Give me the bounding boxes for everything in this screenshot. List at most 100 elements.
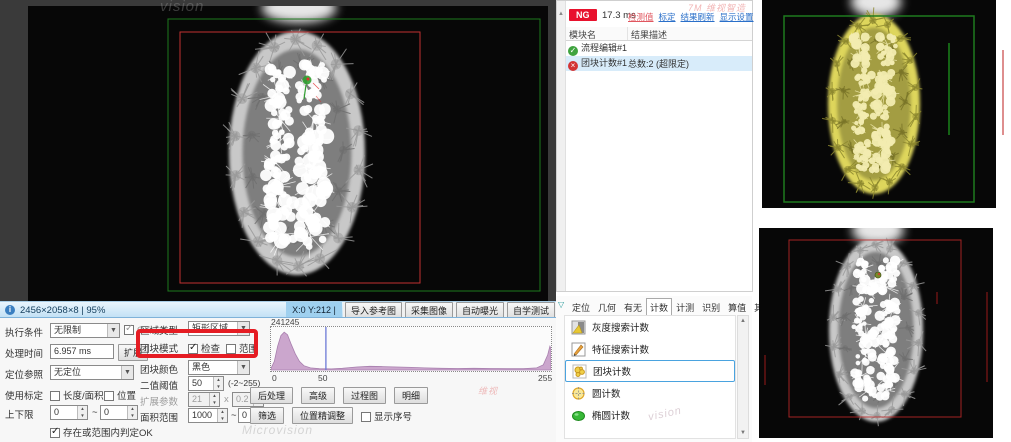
process-time-label: 处理时间 [5,346,43,360]
tools-panel: ▽ 定位几何有无计数计测识别算值其它 灰度搜索计数特征搜索计数团块计数圆计数椭圆… [556,296,752,442]
extend-params-label: 扩展参数 [140,394,178,408]
check-icon: ✓ [568,46,578,56]
histogram[interactable] [270,326,552,372]
col-module-name: 模块名 [566,27,628,40]
feature-search-icon [571,342,586,357]
action-buttons-row1: 后处理高级过程图明细 [250,387,428,404]
judge-ok-checkbox[interactable]: 存在或范围内判定OK [50,425,153,439]
histogram-plot [271,327,551,371]
tool-item-灰度搜索计数[interactable]: 灰度搜索计数 [565,316,735,338]
action-button-高级[interactable]: 高级 [301,387,335,404]
threshold-label: 二值阈值 [140,378,178,392]
circle-icon [571,386,586,401]
limit-low-spinner[interactable]: 0▲▼ [50,405,88,420]
tool-item-label: 特征搜索计数 [592,342,649,356]
spinner-arrows[interactable]: ▲▼ [217,409,227,422]
x-label: x [224,394,229,405]
spinner-arrows[interactable]: ▲▼ [213,377,223,390]
calib-length-area-checkbox[interactable]: 长度/面积 [50,388,104,402]
tool-item-圆计数[interactable]: 圆计数 [565,382,735,404]
blob-mode-label: 团块模式 [140,341,178,355]
tool-item-label: 圆计数 [592,386,621,400]
mode-check-checkbox[interactable]: 检查 [188,341,220,355]
threshold-spinner[interactable]: 50▲▼ [188,376,224,391]
collapse-chevron-icon[interactable]: ▽ [558,300,564,309]
results-panel: ▲ NG 17.3 ms 检测值标定结果刷新显示设置 模块名 结果描述 ✓流程编… [556,0,753,292]
region-type-select[interactable]: 矩形区域▼ [188,321,250,336]
thumbnail-binary-overlay[interactable] [762,0,996,208]
tilde-label: ~ [92,407,98,418]
chevron-down-icon: ▼ [237,322,249,335]
collapse-strip[interactable]: ▲ [557,1,566,291]
tool-item-椭圆计数[interactable]: 椭圆计数 [565,404,735,426]
spinner-arrows[interactable]: ▲▼ [77,406,87,419]
tool-item-label: 椭圆计数 [592,408,630,422]
image-info: 2456×2058×8 | 95% [20,305,105,316]
tool-item-label: 灰度搜索计数 [592,320,649,334]
position-ref-label: 定位参照 [5,367,43,381]
table-row[interactable]: ×团块计数#1总数:2 (超限定) [566,56,752,71]
red-marker-line [1002,50,1004,135]
scroll-up-icon[interactable]: ▲ [740,316,746,326]
result-link-3[interactable]: 显示设置 [720,11,754,23]
thumbnail-source-image[interactable] [759,228,993,438]
parameters-panel: 执行条件 无限制▼ OK 处理时间 6.957 ms 扩展 定位参照 无定位▼ … [0,317,556,442]
chevron-down-icon: ▼ [121,366,133,379]
table-header: 模块名 结果描述 [566,27,752,41]
brush-image-yellow [762,0,996,208]
result-links: 检测值标定结果刷新显示设置 [628,11,754,23]
exec-condition-label: 执行条件 [5,325,43,339]
ellipse-icon [571,408,586,423]
calib-position-checkbox[interactable]: 位置 [104,388,136,402]
module-name: 团块计数#1 [581,58,627,68]
blob-icon [572,364,587,379]
action-button-筛选[interactable]: 筛选 [250,407,284,424]
col-result-desc: 结果描述 [628,27,670,40]
action-button-过程图[interactable]: 过程图 [343,387,386,404]
show-index-checkbox[interactable]: 显示序号 [361,409,412,423]
tool-list: 灰度搜索计数特征搜索计数团块计数圆计数椭圆计数 [564,315,736,439]
status-buttons: 导入参考图采集图像自动曝光自学测试 [343,302,556,318]
action-button-后处理[interactable]: 后处理 [250,387,293,404]
result-desc: 总数:2 (超限定) [628,57,752,70]
tool-item-label: 团块计数 [593,364,631,378]
action-button-位置精调整[interactable]: 位置精调整 [292,407,353,424]
histogram-tick: 255 [538,373,552,383]
spinner-arrows[interactable]: ▲▼ [209,393,219,406]
exec-condition-select[interactable]: 无限制 ▼ [50,323,120,338]
area-v1-spinner[interactable]: 1000▲▼ [188,408,228,423]
spinner-arrows[interactable]: ▲▼ [127,406,137,419]
mode-range-checkbox[interactable]: 范围 [226,341,258,355]
tool-item-团块计数[interactable]: 团块计数 [565,360,735,382]
main-image-viewer[interactable] [0,0,556,301]
table-row[interactable]: ✓流程编辑#1 [566,41,752,56]
blob-color-label: 团块颜色 [140,362,178,376]
status-button-1[interactable]: 采集图像 [405,302,453,319]
region-type-label: 区域类型 [140,323,178,337]
result-link-2[interactable]: 结果刷新 [681,11,715,23]
position-ref-select[interactable]: 无定位▼ [50,365,134,380]
blob-color-select[interactable]: 黑色▼ [188,360,250,375]
tool-item-特征搜索计数[interactable]: 特征搜索计数 [565,338,735,360]
result-link-0[interactable]: 检测值 [628,11,654,23]
action-buttons-row2: 筛选位置精调整显示序号 [250,407,412,424]
module-table: 模块名 结果描述 ✓流程编辑#1×团块计数#1总数:2 (超限定) [566,27,752,71]
exec-condition-value: 无限制 [54,325,81,335]
tool-list-scrollbar[interactable]: ▲ ▼ [737,315,749,439]
app-root: i 2456×2058×8 | 95% X:0 Y:212 | V:5 导入参考… [0,0,1011,442]
chevron-down-icon: ▼ [107,324,119,337]
extend-v1-spinner[interactable]: 21▲▼ [188,392,220,407]
status-button-0[interactable]: 导入参考图 [345,302,402,319]
action-button-明细[interactable]: 明细 [394,387,428,404]
histogram-tick: 50 [318,373,327,383]
result-link-1[interactable]: 标定 [659,11,676,23]
process-time-field[interactable]: 6.957 ms [50,344,114,359]
brush-image-gray [759,228,993,438]
limit-high-spinner[interactable]: 0▲▼ [100,405,138,420]
inspection-image[interactable] [28,6,548,301]
histogram-tick: 0 [272,373,277,383]
module-name: 流程编辑#1 [581,43,627,53]
status-button-2[interactable]: 自动曝光 [456,302,504,319]
status-button-3[interactable]: 自学测试 [507,302,555,319]
scroll-down-icon[interactable]: ▼ [740,428,746,438]
